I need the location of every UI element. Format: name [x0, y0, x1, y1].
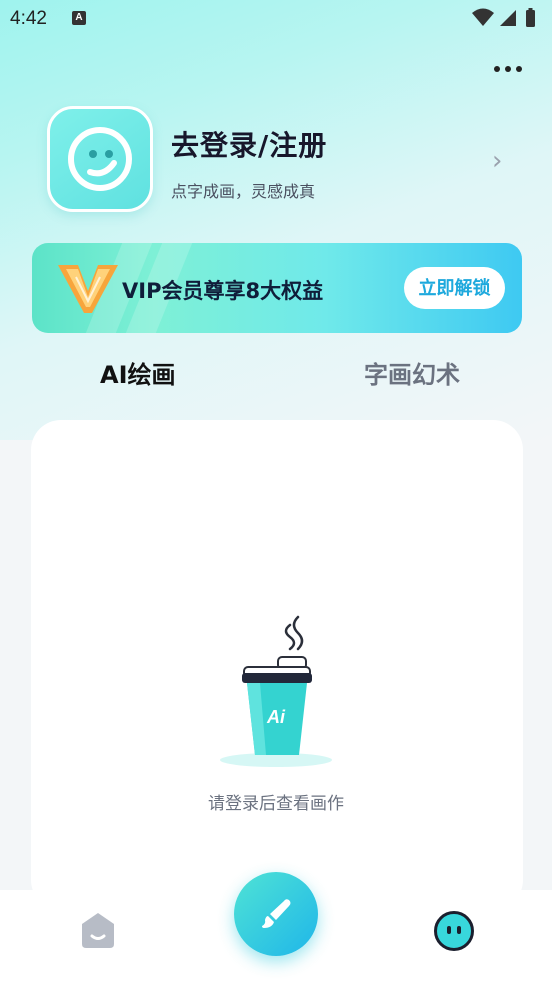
unlock-vip-button[interactable]: 立即解锁 [404, 267, 505, 309]
empty-state-message: 请登录后查看画作 [208, 794, 344, 814]
create-brush-button[interactable] [234, 872, 318, 956]
login-register-link[interactable]: 去登录/注册 [171, 124, 327, 164]
profile-subtitle: 点字成画，灵感成真 [171, 182, 316, 201]
status-icons [472, 8, 535, 27]
header-background [0, 0, 552, 440]
tab-ai-painting[interactable]: AI绘画 [100, 355, 176, 390]
coffee-cup-illustration: Ai [220, 615, 332, 767]
avatar[interactable] [47, 106, 153, 212]
cup-ai-label: Ai [266, 707, 286, 727]
more-options-icon [494, 66, 500, 72]
notification-icon: A [72, 11, 86, 25]
vip-v-logo-icon [58, 265, 118, 313]
vip-banner-text: VIP会员尊享8大权益 [122, 279, 324, 303]
status-time: 4:42 [10, 8, 47, 29]
wifi-icon [472, 8, 494, 26]
home-icon[interactable] [78, 910, 118, 950]
brush-icon [262, 899, 291, 928]
more-dot [505, 66, 511, 72]
status-bar: 4:42 A [0, 0, 552, 40]
chevron-right-icon[interactable]: › [492, 146, 502, 176]
battery-icon [526, 10, 535, 27]
more-options-button[interactable] [490, 60, 526, 78]
more-dot [516, 66, 522, 72]
profile-face-icon[interactable] [433, 910, 475, 952]
smiley-icon [68, 127, 132, 191]
tab-word-painting-magic[interactable]: 字画幻术 [364, 355, 460, 390]
vip-banner[interactable]: VIP会员尊享8大权益 立即解锁 [32, 243, 522, 333]
signal-icon [500, 10, 516, 26]
